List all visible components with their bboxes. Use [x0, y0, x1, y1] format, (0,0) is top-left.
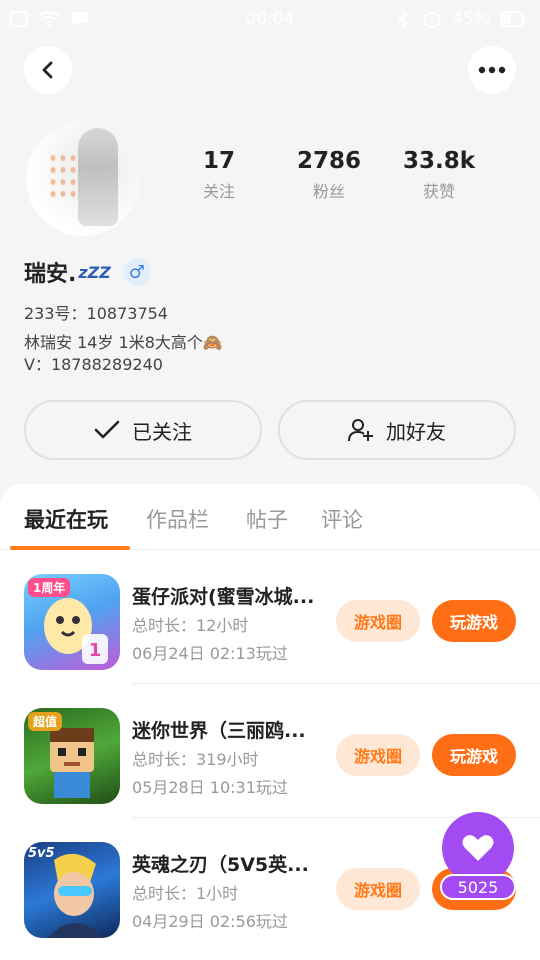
tab-posts[interactable]: 帖子: [246, 504, 288, 534]
game-last-played: 04月29日 02:56玩过: [132, 912, 288, 931]
gender-male-icon: ♂: [122, 258, 151, 286]
stat-fans[interactable]: 2786 粉丝: [274, 148, 384, 202]
game-last-played: 05月28日 10:31玩过: [132, 778, 288, 797]
add-user-icon: [348, 419, 373, 442]
play-game-button[interactable]: 玩游戏: [432, 734, 516, 776]
game-duration: 总时长：12小时: [132, 616, 249, 635]
heart-icon: [462, 835, 494, 861]
game-circle-button[interactable]: 游戏圈: [336, 734, 420, 776]
checkmark-icon: [94, 420, 120, 439]
game-title: 英魂之刃（5V5英...: [132, 854, 309, 876]
profile-stats: 17 关注 2786 粉丝 33.8k 获赞: [164, 148, 524, 202]
profile-name-row: 瑞安. zZZ ♂: [24, 256, 151, 288]
bluetooth-icon: [397, 10, 409, 28]
game-title: 迷你世界（三丽鸥...: [132, 720, 306, 742]
stat-label: 关注: [202, 182, 235, 201]
alarm-icon: [424, 12, 441, 28]
followed-label: 已关注: [132, 419, 192, 444]
add-friend-label: 加好友: [386, 419, 446, 444]
game-row[interactable]: 1 1周年 蛋仔派对(蜜雪冰城... 总时长：12小时 06月24日 02:13…: [0, 550, 540, 684]
tab-works[interactable]: 作品栏: [146, 504, 209, 534]
game-row[interactable]: 超值 迷你世界（三丽鸥... 总时长：319小时 05月28日 10:31玩过 …: [0, 684, 540, 818]
game-icon-mini-world: 超值: [24, 708, 120, 804]
tab-comments[interactable]: 评论: [321, 504, 363, 534]
battery-icon: [500, 11, 525, 27]
game-circle-button[interactable]: 游戏圈: [336, 600, 420, 642]
icon-badge: 5v5: [28, 846, 55, 861]
game-title: 蛋仔派对(蜜雪冰城...: [132, 586, 315, 608]
profile-bio: 林瑞安 14岁 1米8大高个🙈 V：18788289240: [24, 332, 223, 376]
add-friend-button[interactable]: 加好友: [278, 400, 516, 460]
play-game-button[interactable]: 玩游戏: [432, 600, 516, 642]
back-button[interactable]: [24, 46, 72, 94]
sleep-status-icon: zZZ: [78, 262, 111, 282]
stat-label: 粉丝: [312, 182, 345, 201]
like-count-badge: 5025: [440, 874, 516, 900]
stat-value: 17: [202, 148, 235, 174]
tab-recently-played[interactable]: 最近在玩: [24, 504, 108, 534]
icon-badge: 1周年: [28, 578, 71, 597]
bio-line: V：18788289240: [24, 355, 163, 374]
profile-name: 瑞安.: [24, 262, 77, 287]
game-circle-button[interactable]: 游戏圈: [336, 868, 420, 910]
game-icon-hero-blade: 5v5: [24, 842, 120, 938]
stat-value: 33.8k: [402, 148, 476, 174]
status-bar: ···· 00:04 45%: [0, 0, 540, 40]
status-right-icons: 45%: [394, 9, 526, 29]
more-button[interactable]: [468, 46, 516, 94]
svg-text:1: 1: [89, 640, 102, 661]
bio-line: 林瑞安 14岁 1米8大高个🙈: [24, 333, 223, 352]
game-duration: 总时长：319小时: [132, 750, 259, 769]
icon-badge: 超值: [28, 712, 63, 731]
stat-following[interactable]: 17 关注: [164, 148, 274, 202]
stat-value: 2786: [296, 148, 361, 174]
followed-button[interactable]: 已关注: [24, 400, 262, 460]
user-id: 233号：10873754: [24, 304, 168, 323]
avatar[interactable]: [26, 122, 140, 236]
game-icon-eggy-party: 1 1周年: [24, 574, 120, 670]
chevron-left-icon: [42, 61, 53, 79]
game-last-played: 06月24日 02:13玩过: [132, 644, 288, 663]
game-duration: 总时长：1小时: [132, 884, 239, 903]
avatar-figure: [78, 128, 118, 226]
profile-tabs: 最近在玩 作品栏 帖子 评论: [0, 484, 540, 550]
stat-label: 获赞: [422, 182, 455, 201]
battery-percent: 45%: [452, 9, 490, 29]
avatar-decoration: [48, 152, 78, 202]
profile-actions: 已关注 加好友: [24, 400, 516, 460]
stat-likes[interactable]: 33.8k 获赞: [384, 148, 494, 202]
more-dots-icon: [478, 66, 506, 74]
